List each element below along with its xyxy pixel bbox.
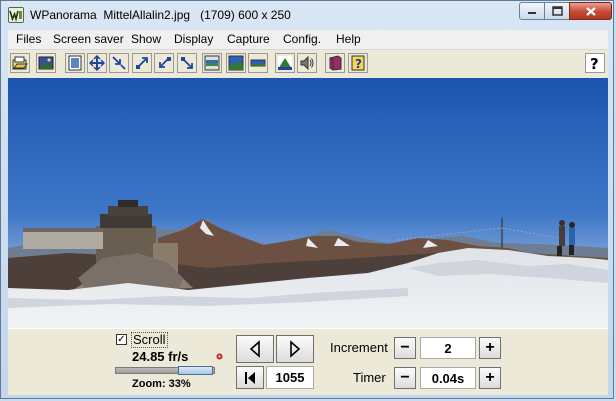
checkbox-check-icon: ✓ [117,334,126,345]
menu-help[interactable]: Help [336,32,361,46]
shrink-icon [112,56,126,70]
expand-up-button[interactable] [132,53,152,73]
main-window: WPanorama MittelAllalin2.jpg (1709) 600 … [0,0,614,399]
panorama-strip-icon [204,55,220,71]
menu-screen-saver[interactable]: Screen saver [53,32,124,46]
client-area: Files Screen saver Show Display Capture … [8,30,608,395]
scroll-left-button[interactable] [236,335,274,363]
shrink-down-button[interactable] [154,53,174,73]
panorama-flat-button[interactable] [248,53,268,73]
picture-button[interactable] [36,53,56,73]
help-book-button[interactable]: ? [348,53,368,73]
page-button[interactable] [65,53,85,73]
wpanorama-w-icon [8,7,24,23]
help-question-button[interactable]: ? [585,53,605,73]
arrow-left-icon [249,340,260,358]
panorama-image[interactable] [8,78,608,328]
panorama-strip-button[interactable] [202,53,222,73]
zoom-slider-thumb[interactable] [178,366,213,375]
window-title: WPanorama MittelAllalin2.jpg (1709) 600 … [30,8,291,22]
expand-up-icon [136,57,148,69]
maximize-icon [551,6,563,16]
shrink-button[interactable] [109,53,129,73]
help-question-label: ? [590,55,599,71]
scroll-label[interactable]: Scroll [131,332,168,348]
timer-label: Timer [353,370,386,385]
svg-text:?: ? [355,57,362,71]
menu-config[interactable]: Config. [283,32,321,46]
close-button[interactable] [569,2,612,20]
menu-capture[interactable]: Capture [227,32,270,46]
menu-show[interactable]: Show [131,32,161,46]
timer-plus-button[interactable]: + [479,367,501,389]
expand-down-button[interactable] [177,53,197,73]
record-indicator-icon [216,353,223,360]
help-question-icon: ? [590,55,599,71]
help-book-icon: ? [351,55,365,71]
page-icon [68,55,82,71]
rewind-to-start-icon [245,371,255,384]
close-icon [585,6,596,16]
increment-label: Increment [330,340,388,355]
speaker-button[interactable] [297,53,317,73]
timer-minus-button[interactable]: − [394,367,416,389]
minimize-icon [528,12,536,14]
increment-plus-button[interactable]: + [479,337,501,359]
speaker-icon [300,55,314,71]
zoom-label: Zoom: 33% [132,378,191,390]
landscape-button[interactable] [275,53,295,73]
increment-field[interactable]: 2 [420,337,476,359]
menu-display[interactable]: Display [174,32,213,46]
timer-field[interactable]: 0.04s [420,367,476,389]
title-bar[interactable]: WPanorama MittelAllalin2.jpg (1709) 600 … [1,1,613,29]
panorama-blue-icon [228,55,244,71]
panorama-blue-button[interactable] [226,53,246,73]
expand-down-icon [181,57,193,69]
arrow-right-icon [290,340,301,358]
position-field[interactable]: 1055 [266,366,314,389]
book-icon [329,55,342,71]
scroll-right-button[interactable] [276,335,314,363]
resize-button[interactable] [87,53,107,73]
toolbar: ? ? [8,50,608,79]
maximize-button[interactable] [544,2,570,20]
control-panel: ✓ Scroll 24.85 fr/s Zoom: 33% 1055 Incre… [8,328,608,395]
landscape-icon [278,56,292,70]
book-button[interactable] [325,53,345,73]
minimize-button[interactable] [519,2,545,20]
open-button[interactable] [10,53,30,73]
picture-icon [38,56,54,70]
menu-files[interactable]: Files [16,32,41,46]
shrink-down-icon [159,57,171,68]
fps-readout: 24.85 fr/s [132,349,189,364]
zoom-slider[interactable] [115,366,215,375]
menu-bar: Files Screen saver Show Display Capture … [8,30,608,50]
resize-icon [89,55,105,71]
panorama-flat-icon [250,59,266,67]
scroll-checkbox[interactable]: ✓ [116,334,127,345]
rewind-button[interactable] [236,366,264,389]
open-icon [12,56,28,70]
increment-minus-button[interactable]: − [394,337,416,359]
